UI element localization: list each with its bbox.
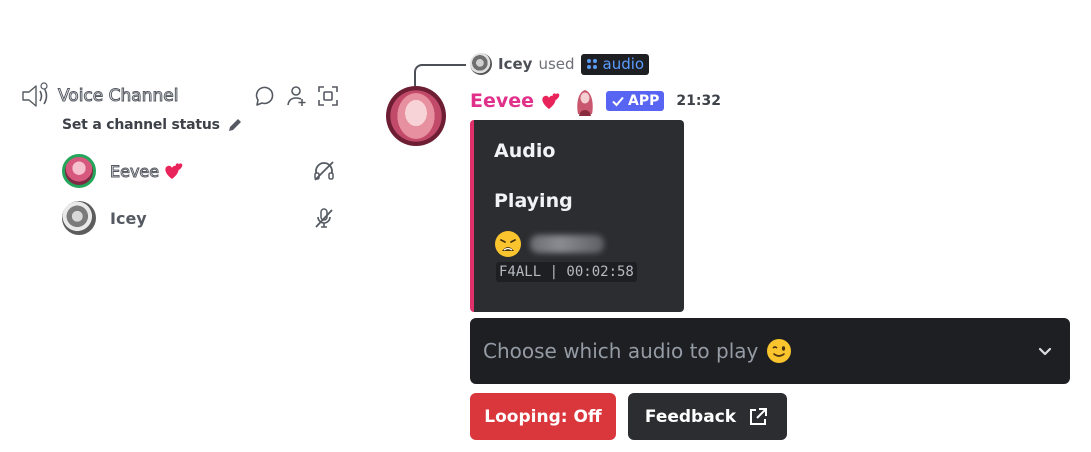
two-hearts-emoji-icon xyxy=(165,163,183,179)
author-avatar[interactable] xyxy=(386,86,446,146)
app-badge-label: APP xyxy=(628,93,660,109)
looping-button-label: Looping: Off xyxy=(484,406,602,427)
track-progress-code: F4ALL | 00:02:58 xyxy=(496,262,637,282)
member-name: Eevee xyxy=(109,161,160,181)
voice-channel-header[interactable]: Voice Channel xyxy=(20,82,179,110)
embed-field-name: Playing xyxy=(494,190,573,212)
feedback-button-label: Feedback xyxy=(644,406,737,427)
speaker-icon xyxy=(22,82,48,107)
now-playing-track xyxy=(494,230,604,258)
message-header: Eevee APP 21:32 xyxy=(470,86,721,116)
voice-member-icey[interactable]: Icey xyxy=(62,200,147,236)
audio-select-dropdown[interactable]: Choose which audio to play xyxy=(470,318,1070,384)
embed-title: Audio xyxy=(494,140,556,162)
app-badge: APP xyxy=(606,91,665,111)
reply-connector xyxy=(414,64,466,86)
voice-channel-name: Voice Channel xyxy=(57,86,179,107)
external-link-icon xyxy=(750,407,768,425)
add-member-icon[interactable] xyxy=(284,84,308,108)
audio-embed: Audio Playing F4ALL | 00:02:58 xyxy=(470,120,684,312)
select-placeholder: Choose which audio to play xyxy=(483,339,759,363)
deafened-icon xyxy=(314,161,334,181)
muted-mic-icon xyxy=(315,208,333,228)
two-hearts-emoji-icon xyxy=(542,93,560,109)
winking-face-emoji-icon xyxy=(767,339,792,363)
fullscreen-icon[interactable] xyxy=(316,84,340,108)
feedback-link-button[interactable]: Feedback xyxy=(628,393,787,440)
checkmark-icon xyxy=(612,96,624,107)
voice-member-eevee[interactable]: Eevee xyxy=(62,153,185,189)
reply-used-text: used xyxy=(538,55,575,73)
command-reply-context[interactable]: Icey used audio xyxy=(470,52,650,76)
looping-toggle-button[interactable]: Looping: Off xyxy=(470,393,616,440)
channel-status-button[interactable]: Set a channel status xyxy=(62,116,244,134)
avatar xyxy=(62,154,96,188)
channel-status-label: Set a channel status xyxy=(62,117,220,133)
character-emoji-icon xyxy=(577,90,593,116)
avatar xyxy=(470,53,492,75)
avatar xyxy=(62,201,96,235)
command-mention[interactable]: audio xyxy=(580,53,650,75)
weary-face-emoji-icon xyxy=(495,231,521,257)
blurred-track-title xyxy=(530,235,604,253)
reply-username: Icey xyxy=(498,55,533,73)
voice-channel-actions xyxy=(252,84,340,108)
message-timestamp: 21:32 xyxy=(676,93,721,109)
command-name: audio xyxy=(602,54,645,73)
slash-command-icon xyxy=(586,58,597,69)
chevron-down-icon xyxy=(1038,347,1052,356)
author-name[interactable]: Eevee xyxy=(470,90,534,112)
member-name: Icey xyxy=(110,208,147,228)
activity-icon[interactable] xyxy=(252,84,276,108)
root: Voice Channel Set a channel status Eevee xyxy=(0,0,1091,452)
pencil-icon xyxy=(228,119,241,131)
